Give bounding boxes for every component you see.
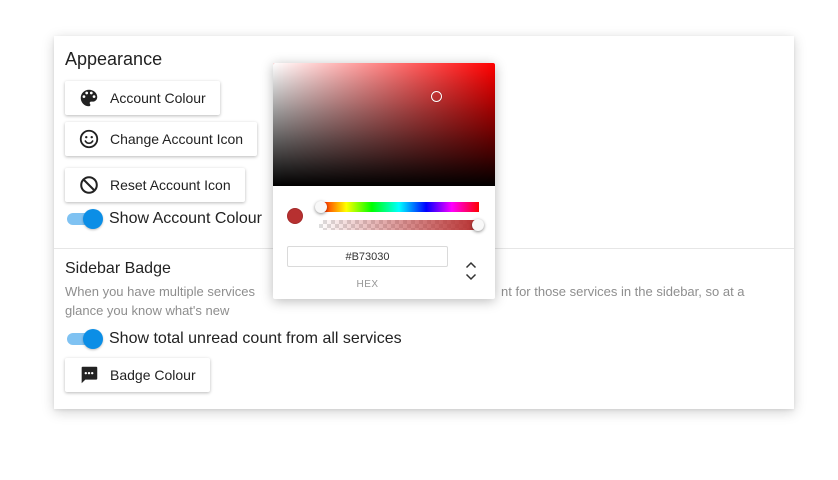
change-account-icon-button[interactable]: Change Account Icon bbox=[65, 122, 258, 156]
chat-bubble-icon bbox=[78, 364, 100, 386]
show-total-unread-row: Show total unread count from all service… bbox=[67, 329, 402, 349]
mode-toggle-button[interactable] bbox=[464, 261, 478, 281]
account-colour-label: Account Colour bbox=[110, 90, 206, 106]
toggle-knob bbox=[83, 329, 103, 349]
account-colour-button[interactable]: Account Colour bbox=[65, 81, 220, 115]
show-total-unread-toggle[interactable] bbox=[67, 329, 103, 349]
saturation-cursor[interactable] bbox=[431, 91, 442, 102]
hue-slider[interactable] bbox=[319, 202, 479, 212]
description-line1-right: nt for those services in the sidebar, so… bbox=[501, 284, 745, 299]
description-line2: glance you know what's new bbox=[65, 303, 230, 318]
badge-colour-button[interactable]: Badge Colour bbox=[65, 358, 210, 392]
smiley-icon bbox=[78, 128, 100, 150]
chevron-down-icon bbox=[465, 273, 477, 281]
hue-slider-handle[interactable] bbox=[315, 201, 327, 213]
block-icon bbox=[78, 174, 100, 196]
badge-colour-label: Badge Colour bbox=[110, 367, 196, 383]
toggle-knob bbox=[83, 209, 103, 229]
description-line1-left: When you have multiple services bbox=[65, 284, 256, 299]
reset-account-icon-label: Reset Account Icon bbox=[110, 177, 231, 193]
appearance-title: Appearance bbox=[65, 49, 163, 69]
chevron-up-icon bbox=[465, 261, 477, 269]
reset-account-icon-button[interactable]: Reset Account Icon bbox=[65, 168, 245, 202]
hex-mode-label: HEX bbox=[356, 279, 379, 290]
color-picker-popover: HEX bbox=[273, 63, 495, 299]
show-total-unread-label: Show total unread count from all service… bbox=[109, 330, 402, 347]
palette-icon bbox=[78, 87, 100, 109]
current-color-swatch bbox=[287, 208, 303, 224]
alpha-slider[interactable] bbox=[319, 220, 479, 230]
show-account-colour-toggle[interactable] bbox=[67, 209, 103, 229]
show-account-colour-row: Show Account Colour bbox=[67, 209, 262, 229]
alpha-slider-handle[interactable] bbox=[472, 219, 484, 231]
saturation-area[interactable] bbox=[273, 63, 495, 186]
show-account-colour-label: Show Account Colour bbox=[109, 210, 262, 227]
change-account-icon-label: Change Account Icon bbox=[110, 131, 244, 147]
hex-input[interactable] bbox=[287, 246, 448, 267]
sidebar-badge-title: Sidebar Badge bbox=[65, 260, 171, 277]
